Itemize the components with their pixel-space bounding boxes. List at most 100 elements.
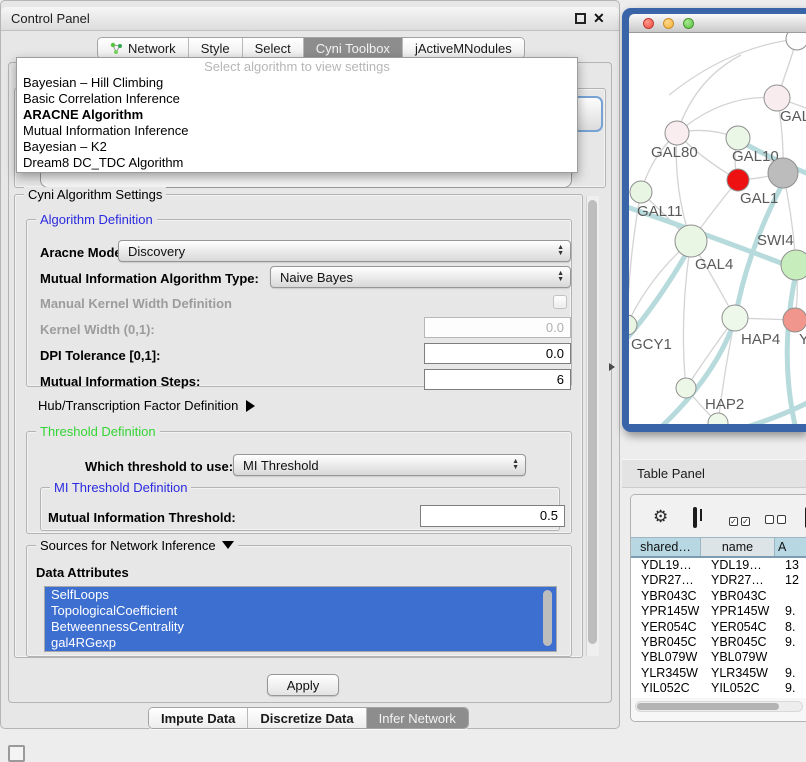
network-node-hap2[interactable] bbox=[676, 378, 696, 398]
cell-name: YPR145W bbox=[701, 604, 775, 619]
table-row[interactable]: YIL052CYIL052C9. bbox=[631, 681, 806, 696]
aracne-mode-combo[interactable]: Discovery ▲▼ bbox=[118, 240, 571, 262]
network-edge-highlighted[interactable] bbox=[787, 273, 796, 424]
dropdown-item[interactable]: Bayesian – K2 bbox=[17, 139, 577, 155]
tab-infer-network[interactable]: Infer Network bbox=[366, 708, 468, 728]
network-edge[interactable] bbox=[677, 97, 777, 133]
dropdown-item[interactable]: Mutual Information Inference bbox=[17, 123, 577, 139]
network-canvas[interactable]: GALGAL80GAL10GAL1GAL11GAL4SWI4HAP4YGCY1H… bbox=[629, 33, 806, 424]
attribute-list-scrollbar-thumb[interactable] bbox=[543, 590, 552, 646]
network-node-swi4[interactable] bbox=[781, 250, 806, 280]
mi-threshold-group-title: MI Threshold Definition bbox=[50, 480, 191, 495]
which-threshold-combo[interactable]: MI Threshold ▲▼ bbox=[233, 454, 526, 476]
network-node[interactable] bbox=[768, 158, 798, 188]
apply-button[interactable]: Apply bbox=[267, 674, 339, 696]
column-header-shared-name[interactable]: shared… bbox=[631, 538, 701, 556]
table-header-row: shared… name A bbox=[631, 537, 806, 558]
deselect-all-icon[interactable] bbox=[765, 511, 789, 529]
columns-icon[interactable] bbox=[693, 507, 697, 528]
network-node-gal4[interactable] bbox=[675, 225, 707, 257]
tab-style[interactable]: Style bbox=[188, 38, 242, 58]
network-node-gal10[interactable] bbox=[726, 126, 750, 150]
settings-gear-icon[interactable]: ⚙ bbox=[653, 507, 668, 527]
float-panel-icon[interactable] bbox=[575, 13, 586, 24]
settings-scrollbar-thumb[interactable] bbox=[588, 200, 597, 644]
table-row[interactable]: YBL079WYBL079W bbox=[631, 650, 806, 665]
dropdown-item[interactable]: Basic Correlation Inference bbox=[17, 91, 577, 107]
bottom-tabbar: Impute Data Discretize Data Infer Networ… bbox=[148, 707, 469, 729]
table-row[interactable]: YDL19…YDL19…13 bbox=[631, 558, 806, 573]
network-window-titlebar[interactable] bbox=[629, 14, 806, 33]
tab-network[interactable]: Network bbox=[98, 38, 188, 58]
panel-divider-grip[interactable] bbox=[609, 363, 615, 371]
cell-name: YBL079W bbox=[701, 650, 775, 665]
kernel-width-label: Kernel Width (0,1): bbox=[40, 322, 155, 337]
network-node-label: GCY1 bbox=[631, 336, 672, 353]
minimize-window-icon[interactable] bbox=[663, 18, 674, 29]
network-node-hap4[interactable] bbox=[722, 305, 748, 331]
network-edge-highlighted[interactable] bbox=[629, 249, 689, 345]
manual-kernel-checkbox[interactable] bbox=[553, 295, 567, 309]
table-hscrollbar-thumb[interactable] bbox=[637, 703, 779, 710]
column-header-name[interactable]: name bbox=[701, 538, 775, 556]
hub-definition-expander[interactable]: Hub/Transcription Factor Definition bbox=[38, 398, 255, 413]
cell-value bbox=[775, 650, 806, 665]
tab-impute-data[interactable]: Impute Data bbox=[149, 708, 247, 728]
table-row[interactable]: YLR345WYLR345W9. bbox=[631, 666, 806, 681]
select-all-icon[interactable]: ✓✓ bbox=[729, 511, 753, 529]
tab-style-label: Style bbox=[201, 41, 230, 56]
dropdown-item[interactable]: Dream8 DC_TDC Algorithm bbox=[17, 155, 577, 171]
table-panel-title: Table Panel bbox=[637, 466, 705, 481]
control-panel-titlebar[interactable] bbox=[1, 7, 619, 31]
network-edge[interactable] bbox=[683, 241, 691, 388]
table-row[interactable]: YBR043CYBR043C bbox=[631, 589, 806, 604]
attribute-item[interactable]: TopologicalCoefficient bbox=[45, 603, 556, 619]
cell-name: YDL19… bbox=[701, 558, 775, 573]
restore-panel-icon[interactable] bbox=[8, 745, 25, 762]
zoom-window-icon[interactable] bbox=[683, 18, 694, 29]
table-hscrollbar-track[interactable] bbox=[635, 701, 803, 712]
network-node[interactable] bbox=[786, 33, 806, 50]
attribute-item[interactable]: SelfLoops bbox=[45, 587, 556, 603]
aracne-mode-value: Discovery bbox=[128, 244, 185, 259]
tab-select[interactable]: Select bbox=[242, 38, 303, 58]
mi-steps-field[interactable]: 6 bbox=[424, 369, 571, 390]
network-node-y[interactable] bbox=[783, 308, 806, 332]
close-window-icon[interactable] bbox=[643, 18, 654, 29]
mi-type-value: Naive Bayes bbox=[280, 270, 353, 285]
dropdown-item[interactable]: Bayesian – Hill Climbing bbox=[17, 75, 577, 91]
dpi-tolerance-field[interactable]: 0.0 bbox=[424, 343, 571, 364]
data-attributes-list[interactable]: SelfLoops TopologicalCoefficient Between… bbox=[44, 586, 557, 652]
network-node-label: GAL80 bbox=[651, 144, 698, 161]
table-row[interactable]: YPR145WYPR145W9. bbox=[631, 604, 806, 619]
manual-kernel-label: Manual Kernel Width Definition bbox=[40, 296, 232, 311]
close-panel-icon[interactable]: ✕ bbox=[593, 10, 610, 27]
cell-value: 8. bbox=[775, 620, 806, 635]
column-header-partial[interactable]: A bbox=[775, 538, 806, 556]
collapse-arrow-icon[interactable] bbox=[222, 541, 234, 549]
table-row[interactable]: YBR045CYBR045C9. bbox=[631, 635, 806, 650]
network-node-gal80[interactable] bbox=[665, 121, 689, 145]
dropdown-item-selected[interactable]: ARACNE Algorithm bbox=[17, 107, 577, 123]
cyni-algorithm-settings-title: Cyni Algorithm Settings bbox=[24, 187, 166, 202]
table-rows: YDL19…YDL19…13 YDR27…YDR27…12 YBR043CYBR… bbox=[631, 558, 806, 698]
network-edge-highlighted[interactable] bbox=[747, 401, 806, 424]
mi-type-combo[interactable]: Naive Bayes ▲▼ bbox=[270, 266, 571, 288]
combo-stepper-icon: ▲▼ bbox=[557, 245, 564, 257]
tab-cyni-toolbox[interactable]: Cyni Toolbox bbox=[303, 38, 402, 58]
network-edge[interactable] bbox=[677, 55, 741, 133]
network-node[interactable] bbox=[708, 413, 728, 424]
network-node-label: Y bbox=[799, 331, 806, 348]
attribute-item[interactable]: BetweennessCentrality bbox=[45, 619, 556, 635]
tab-discretize-data[interactable]: Discretize Data bbox=[247, 708, 365, 728]
network-node-gcy1[interactable] bbox=[629, 315, 637, 335]
attribute-item[interactable]: gal4RGexp bbox=[45, 635, 556, 651]
mi-threshold-field[interactable]: 0.5 bbox=[420, 505, 565, 527]
network-node-gal11[interactable] bbox=[630, 181, 652, 203]
table-row[interactable]: YDR27…YDR27…12 bbox=[631, 573, 806, 588]
kernel-width-field[interactable]: 0.0 bbox=[424, 317, 571, 338]
tab-jactivemnodules[interactable]: jActiveMNodules bbox=[402, 38, 524, 58]
network-icon bbox=[110, 42, 123, 55]
table-row[interactable]: YER054CYER054C8. bbox=[631, 620, 806, 635]
network-node-gal1[interactable] bbox=[727, 169, 749, 191]
